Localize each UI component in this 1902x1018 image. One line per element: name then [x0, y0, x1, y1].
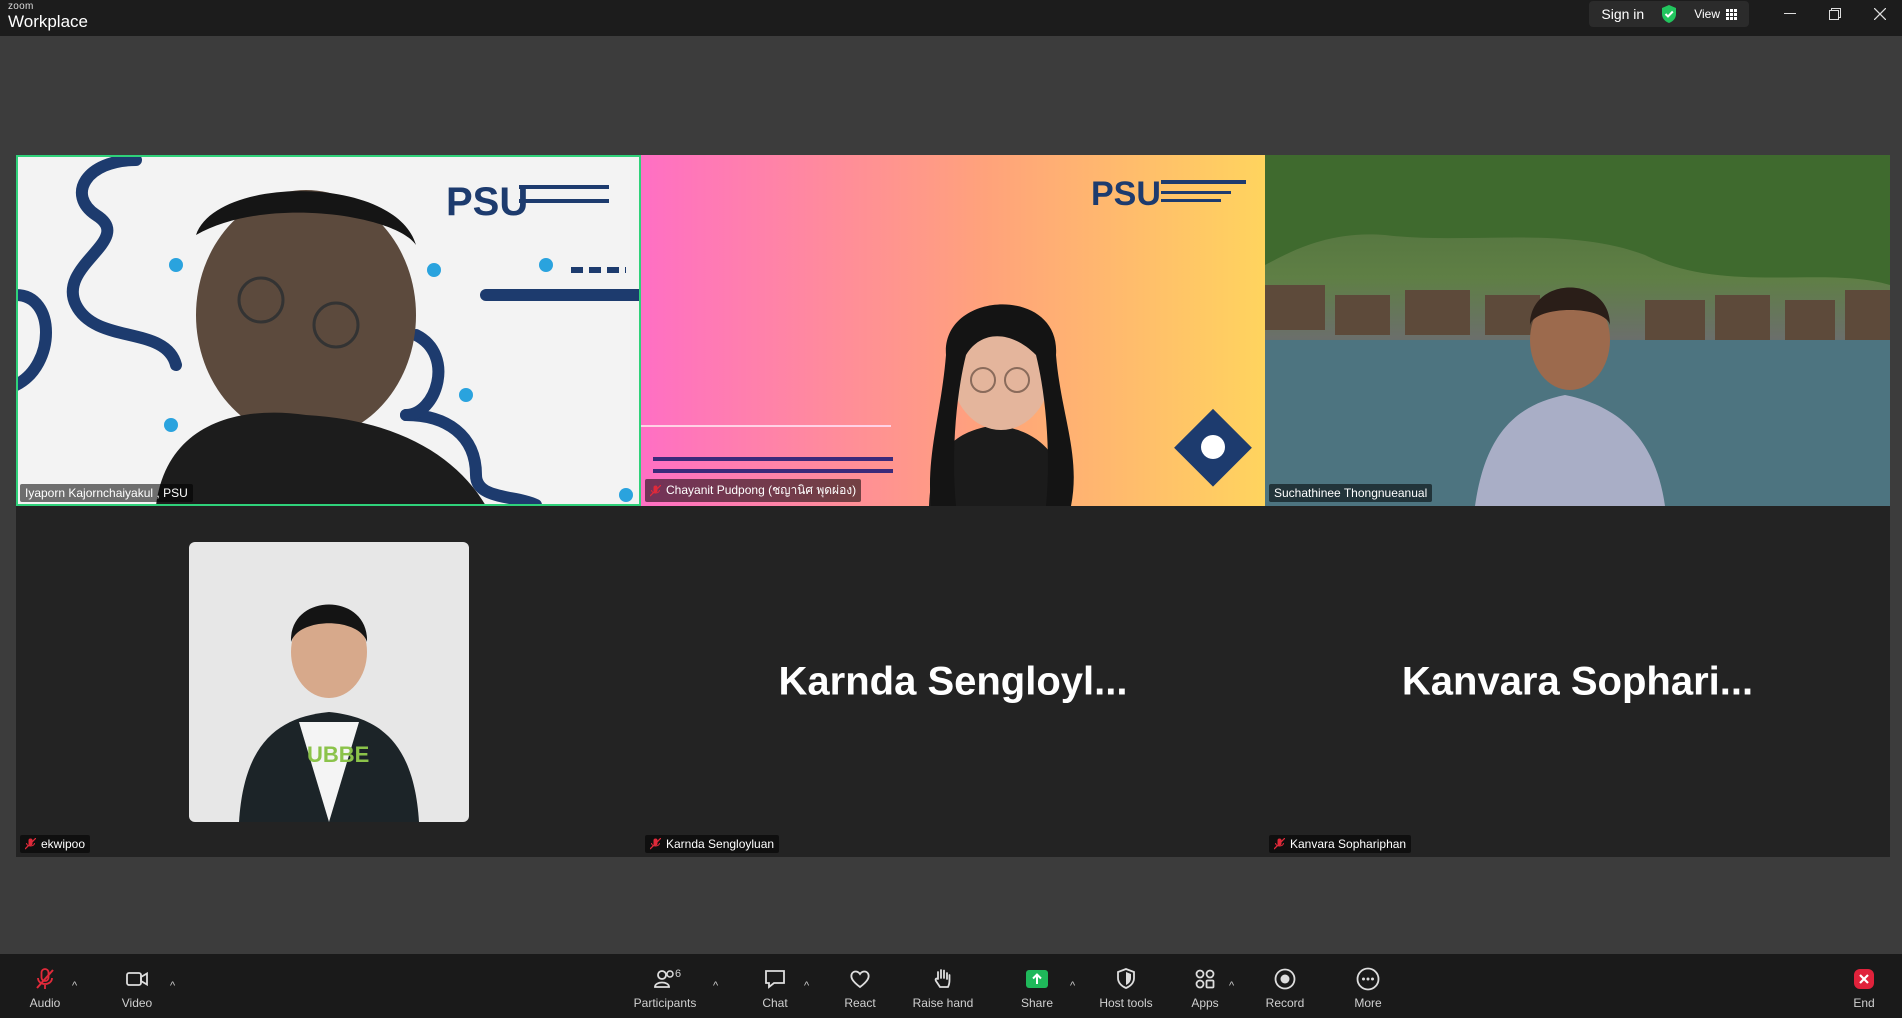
psu-nursing-logo: PSU [1091, 175, 1246, 213]
host-tools-label: Host tools [1099, 996, 1153, 1010]
share-label: Share [1020, 996, 1054, 1010]
end-label: End [1853, 996, 1875, 1010]
video-button[interactable]: Video [97, 966, 177, 1010]
meeting-toolbar: Audio ^ Video ^ 6 Participants ^ Chat ^ … [0, 954, 1902, 1018]
mic-muted-icon [650, 484, 661, 496]
nursing-emblem [1174, 408, 1252, 487]
participant-name: Karnda Sengloyluan [666, 837, 775, 851]
participants-label: Participants [633, 996, 697, 1010]
participant-name-label: Iyaporn Kajornchaiyakul , PSU [20, 484, 193, 502]
hand-icon [934, 969, 951, 988]
apps-label: Apps [1191, 996, 1219, 1010]
participant-name: Suchathinee Thongnueanual [1274, 486, 1428, 500]
participant-name-label: Karnda Sengloyluan [645, 835, 780, 853]
mic-muted-icon [36, 968, 54, 989]
video-tile-2[interactable]: PSU Chayanit Pudpong (ชญานิศ พุดผ่อง) [641, 155, 1265, 506]
chat-options-caret[interactable]: ^ [804, 980, 809, 992]
share-options-caret[interactable]: ^ [1070, 980, 1075, 992]
video-tile-1[interactable]: PSU Iyaporn Kajornchaiyakul , PSU [16, 155, 641, 506]
participant-name-label: ekwipoo [20, 835, 91, 853]
participant-name-label: Suchathinee Thongnueanual [1269, 484, 1433, 502]
video-stage: PSU Iyaporn Kajornchaiyakul , PSU PSU Ch… [0, 36, 1902, 954]
more-button[interactable]: More [1328, 966, 1408, 1010]
video-tile-4[interactable]: UBBE ekwipoo [16, 506, 641, 857]
raise-hand-label: Raise hand [912, 996, 974, 1010]
minimize-icon[interactable] [1767, 0, 1812, 28]
apps-options-caret[interactable]: ^ [1229, 980, 1234, 992]
restore-icon[interactable] [1812, 0, 1857, 28]
participant-display-name: Kanvara Sophari... [1401, 659, 1754, 703]
chat-button[interactable]: Chat [735, 966, 815, 1010]
title-bar: zoom Workplace Sign in View [0, 0, 1902, 36]
svg-text:UBBE: UBBE [307, 742, 369, 767]
participant-avatar-photo: UBBE [189, 542, 469, 822]
react-button[interactable]: React [820, 966, 900, 1010]
end-meeting-button[interactable]: End [1824, 966, 1902, 1010]
record-label: Record [1265, 996, 1305, 1010]
video-label: Video [121, 996, 153, 1010]
brand-big: Workplace [8, 12, 88, 31]
participant-video: PSU [641, 175, 1252, 506]
participant-display-name: Karnda Sengloyl... [778, 659, 1128, 703]
participant-name: ekwipoo [41, 837, 86, 851]
more-label: More [1354, 996, 1382, 1010]
video-camera-icon [126, 971, 148, 987]
mic-muted-icon [650, 838, 661, 850]
host-tools-button[interactable]: Host tools [1086, 966, 1166, 1010]
participant-video [1265, 155, 1890, 506]
participant-video: PSU [16, 155, 641, 506]
participant-name: Iyaporn Kajornchaiyakul , PSU [25, 486, 188, 500]
participant-name-label: Kanvara Sophariphan [1269, 835, 1412, 853]
video-options-caret[interactable]: ^ [170, 980, 175, 992]
chat-label: Chat [762, 996, 788, 1010]
close-icon[interactable] [1857, 0, 1902, 28]
video-tile-6[interactable]: Kanvara Sophari... Kanvara Sophariphan [1265, 506, 1890, 857]
svg-text:PSU: PSU [446, 180, 528, 224]
participants-options-caret[interactable]: ^ [713, 980, 718, 992]
video-tile-5[interactable]: Karnda Sengloyl... Karnda Sengloyluan [641, 506, 1265, 857]
apps-icon [1195, 969, 1215, 989]
participants-count: 6 [675, 968, 682, 980]
react-label: React [844, 996, 876, 1010]
mic-muted-icon [1274, 838, 1285, 850]
titlebar-controls: Sign in View [1589, 1, 1749, 27]
view-label: View [1694, 7, 1720, 21]
chat-icon [765, 970, 785, 989]
mic-muted-icon [25, 838, 36, 850]
participant-name: Kanvara Sophariphan [1290, 837, 1407, 851]
view-button[interactable]: View [1694, 7, 1737, 21]
shield-check-icon[interactable] [1660, 4, 1678, 24]
end-call-icon [1854, 969, 1874, 989]
participant-name-label: Chayanit Pudpong (ชญานิศ พุดผ่อง) [645, 479, 862, 502]
share-screen-icon [1026, 970, 1048, 988]
more-icon [1356, 967, 1380, 991]
zoom-logo: zoom Workplace [8, 1, 88, 31]
participants-button[interactable]: 6 Participants [625, 966, 705, 1010]
grid-icon [1726, 8, 1737, 20]
record-button[interactable]: Record [1245, 966, 1325, 1010]
audio-options-caret[interactable]: ^ [72, 980, 77, 992]
video-tile-3[interactable]: Suchathinee Thongnueanual [1265, 155, 1890, 506]
brand-small: zoom [8, 1, 34, 12]
share-button[interactable]: Share [997, 966, 1077, 1010]
participant-name: Chayanit Pudpong (ชญานิศ พุดผ่อง) [666, 483, 857, 497]
record-icon [1274, 968, 1296, 990]
shield-icon [1117, 968, 1135, 989]
svg-text:PSU: PSU [1091, 175, 1161, 213]
raise-hand-button[interactable]: Raise hand [903, 966, 983, 1010]
psu-logo: PSU [446, 180, 609, 224]
heart-icon [850, 970, 870, 989]
audio-label: Audio [29, 996, 61, 1010]
sign-in-button[interactable]: Sign in [1601, 6, 1644, 22]
